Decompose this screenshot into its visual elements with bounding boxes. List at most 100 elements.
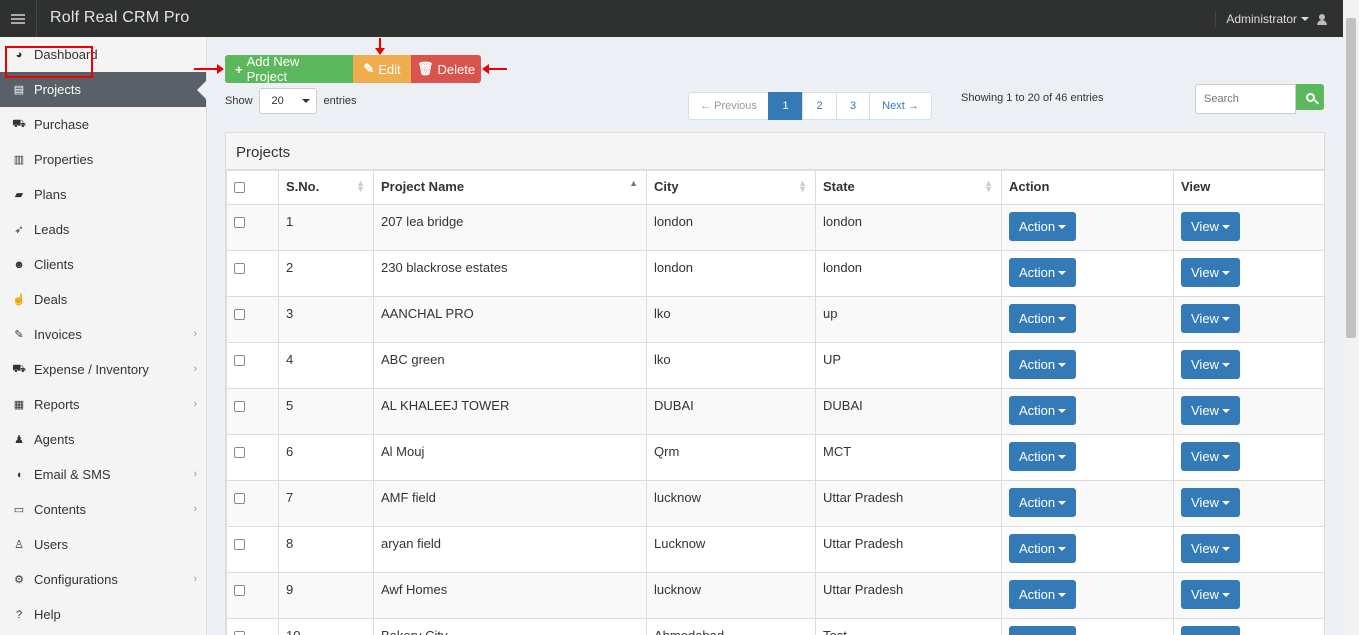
rocket-icon: ➶ [14, 224, 24, 236]
sidebar-item-reports[interactable]: ▦ Reports › [0, 387, 206, 422]
column-header-state[interactable]: State ▲ ▼ [815, 170, 1002, 205]
select-all-checkbox[interactable] [234, 182, 245, 193]
cell-view: View [1173, 296, 1325, 343]
action-dropdown-button[interactable]: Action [1009, 258, 1077, 287]
action-dropdown-button[interactable]: Action [1009, 212, 1077, 241]
sidebar-item-label: Expense / Inventory [34, 362, 149, 377]
row-checkbox[interactable] [234, 539, 245, 550]
sidebar-item-label: Projects [34, 82, 81, 97]
header-label: Project Name [381, 179, 465, 194]
sidebar-item-properties[interactable]: ▥ Properties [0, 142, 206, 177]
view-dropdown-button[interactable]: View [1181, 488, 1240, 517]
sidebar-item-label: Deals [34, 292, 68, 307]
column-header-project-name[interactable]: Project Name ▲ [373, 170, 647, 205]
view-dropdown-button[interactable]: View [1181, 258, 1240, 287]
pin-icon: ✎ [14, 329, 24, 341]
app-title[interactable]: Rolf Real CRM Pro [50, 9, 189, 27]
menu-toggle-button[interactable] [0, 0, 37, 37]
trash-icon: 🗑 [416, 61, 434, 76]
cell-sno: 9 [278, 572, 374, 619]
table-row: 2 230 blackrose estates london london Action… [226, 250, 1325, 297]
action-dropdown-button[interactable]: Action [1009, 304, 1077, 333]
sidebar-item-configurations[interactable]: ⚙ Configurations › [0, 562, 206, 597]
chevron-right-icon: › [193, 328, 197, 340]
page-3-button[interactable]: 3 [836, 92, 870, 120]
previous-page-button[interactable]: ← Previous [688, 92, 769, 120]
caret-down-icon [1058, 224, 1067, 229]
caret-down-icon [1221, 454, 1230, 459]
table-header-row: S.No. ▲ ▼ Project Name ▲ City ▲ ▼ State ▲ ▼ Act… [226, 170, 1325, 205]
action-dropdown-button[interactable]: Action [1009, 396, 1077, 425]
thumbs-up-icon: ☝ [12, 294, 26, 306]
row-checkbox[interactable] [234, 585, 245, 596]
annotation-arrow-down [375, 38, 385, 55]
row-checkbox[interactable] [234, 401, 245, 412]
caret-down-icon [1058, 454, 1067, 459]
page-1-button[interactable]: 1 [768, 92, 803, 120]
table-row: 6 Al Mouj Qrm MCT Action View [226, 434, 1325, 481]
action-dropdown-button[interactable]: Action [1009, 580, 1077, 609]
view-dropdown-button[interactable]: View [1181, 626, 1240, 635]
column-header-sno[interactable]: S.No. ▲ ▼ [278, 170, 374, 205]
edit-button[interactable]: ✎ Edit [353, 55, 411, 83]
action-dropdown-button[interactable]: Action [1009, 626, 1077, 635]
row-checkbox[interactable] [234, 309, 245, 320]
action-dropdown-button[interactable]: Action [1009, 442, 1077, 471]
row-checkbox[interactable] [234, 263, 245, 274]
delete-button[interactable]: 🗑 Delete [411, 55, 481, 83]
cell-action: Action [1001, 572, 1174, 619]
add-new-project-button[interactable]: + Add New Project [225, 54, 353, 84]
entries-label: entries [323, 95, 357, 107]
row-checkbox[interactable] [234, 355, 245, 366]
view-label: View [1191, 357, 1219, 372]
cell-sno: 2 [278, 250, 374, 297]
action-dropdown-button[interactable]: Action [1009, 488, 1077, 517]
caret-down-icon [1058, 316, 1067, 321]
cell-city: london [646, 204, 816, 251]
view-dropdown-button[interactable]: View [1181, 442, 1240, 471]
action-dropdown-button[interactable]: Action [1009, 350, 1077, 379]
entries-select[interactable]: 20 [258, 88, 317, 114]
user-menu[interactable]: Administrator [1215, 11, 1327, 27]
action-label: Action [1019, 587, 1056, 602]
vertical-scrollbar[interactable] [1343, 0, 1359, 635]
row-checkbox[interactable] [234, 447, 245, 458]
next-page-button[interactable]: Next → [869, 92, 932, 120]
row-checkbox[interactable] [234, 631, 245, 635]
projects-table: S.No. ▲ ▼ Project Name ▲ City ▲ ▼ State ▲ ▼ Act… [226, 170, 1325, 635]
plus-icon: + [235, 61, 243, 77]
sidebar-item-clients[interactable]: ☻ Clients [0, 247, 206, 282]
sidebar-item-deals[interactable]: ☝ Deals [0, 282, 206, 317]
sidebar-item-expense-inventory[interactable]: ⛟ Expense / Inventory › [0, 352, 206, 387]
sidebar-item-agents[interactable]: ♟ Agents [0, 422, 206, 457]
view-dropdown-button[interactable]: View [1181, 396, 1240, 425]
sidebar-item-plans[interactable]: ▰ Plans [0, 177, 206, 212]
sidebar-item-help[interactable]: ? Help [0, 597, 206, 632]
caret-down-icon [1058, 500, 1067, 505]
sidebar-item-leads[interactable]: ➶ Leads [0, 212, 206, 247]
row-checkbox[interactable] [234, 493, 245, 504]
action-dropdown-button[interactable]: Action [1009, 534, 1077, 563]
sidebar-item-purchase[interactable]: ⛟ Purchase [0, 107, 206, 142]
view-dropdown-button[interactable]: View [1181, 534, 1240, 563]
view-dropdown-button[interactable]: View [1181, 304, 1240, 333]
search-button[interactable] [1296, 84, 1324, 110]
row-checkbox[interactable] [234, 217, 245, 228]
sidebar-item-invoices[interactable]: ✎ Invoices › [0, 317, 206, 352]
caret-down-icon [1221, 408, 1230, 413]
sidebar-item-contents[interactable]: ▭ Contents › [0, 492, 206, 527]
sidebar-item-email-sms[interactable]: ◖ Email & SMS › [0, 457, 206, 492]
page-2-button[interactable]: 2 [802, 92, 837, 120]
caret-down-icon [301, 99, 310, 103]
view-dropdown-button[interactable]: View [1181, 580, 1240, 609]
hamburger-icon [11, 13, 25, 24]
cell-action: Action [1001, 480, 1174, 527]
sidebar-item-users[interactable]: ♙ Users [0, 527, 206, 562]
search-input[interactable] [1195, 84, 1296, 114]
view-dropdown-button[interactable]: View [1181, 212, 1240, 241]
view-dropdown-button[interactable]: View [1181, 350, 1240, 379]
table-row: 3 AANCHAL PRO lko up Action View [226, 296, 1325, 343]
column-header-city[interactable]: City ▲ ▼ [646, 170, 816, 205]
scrollbar-thumb[interactable] [1346, 18, 1356, 338]
cell-sno: 6 [278, 434, 374, 481]
